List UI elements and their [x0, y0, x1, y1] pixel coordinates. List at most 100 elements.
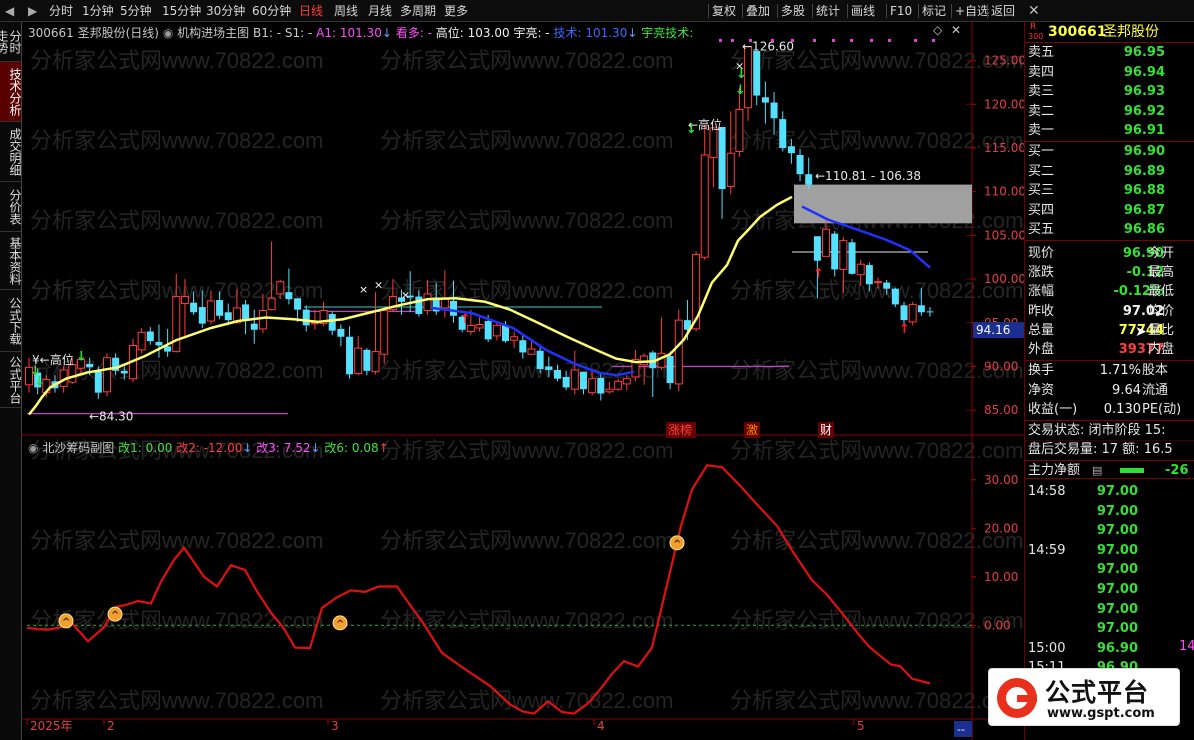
chart-area[interactable]: 分析家公式网www.70822.com 分析家公式网www.70822.com 分析…	[22, 22, 1024, 740]
event-label[interactable]: 激	[746, 423, 758, 437]
legend-indicator[interactable]: 机构进场主图	[177, 26, 249, 40]
event-label[interactable]: 涨榜	[668, 422, 692, 437]
tick-row: 97.00	[1025, 502, 1194, 521]
marker-chevron: ^	[673, 539, 681, 550]
tick-price: 97.00	[1096, 601, 1138, 617]
watermark-text: 分析家公式网www.70822.com	[380, 208, 673, 233]
period-tab-8[interactable]: 月线	[368, 0, 392, 22]
list-icon[interactable]: ▤	[1092, 461, 1102, 480]
left-tab-5[interactable]: 公式下载	[0, 290, 22, 352]
period-tab-10[interactable]: 更多	[444, 0, 468, 22]
period-tab-3[interactable]: 15分钟	[162, 0, 201, 22]
scroll-minus-icon[interactable]: --	[957, 723, 965, 736]
sub-y-tick-label: 20.00	[984, 521, 1018, 535]
close-icon[interactable]: ✕	[1028, 0, 1040, 22]
toolbar-right-2[interactable]: 多股	[781, 0, 805, 22]
candle-body-down	[346, 336, 354, 375]
collapse-icon[interactable]: ◇	[933, 23, 943, 37]
toolbar-right-4[interactable]: 画线	[851, 0, 875, 22]
candle-body-down	[883, 282, 891, 289]
nav-back-icon[interactable]: ◀	[5, 0, 14, 22]
candle-body-down	[848, 242, 856, 274]
main-force-header[interactable]: 主力净额 ▤ -26	[1025, 460, 1194, 479]
y-tick-label: 105.00	[984, 228, 1024, 242]
candle-body-down	[450, 300, 458, 316]
ask-label: 卖一	[1028, 123, 1055, 138]
bid-row: 买三 96.88	[1025, 181, 1194, 200]
period-tab-5[interactable]: 60分钟	[252, 0, 291, 22]
y-tick-label: 120.00	[984, 97, 1024, 111]
sub-indicator-legend: ◉ 北沙筹码副图 改1: 0.00 改2: -12.00↓ 改3: 7.52↓ …	[28, 439, 389, 456]
current-price-label: 94.16	[976, 323, 1010, 337]
candle-body-up	[371, 351, 380, 373]
candle-body-down	[285, 292, 293, 300]
period-tab-2[interactable]: 5分钟	[120, 0, 152, 22]
watermark-text: 分析家公式网www.70822.com	[730, 358, 1023, 383]
settings-icon[interactable]: ◉	[163, 26, 177, 40]
candle-body-up	[206, 300, 215, 322]
nav-forward-icon[interactable]: ▶	[28, 0, 37, 22]
tick-row: 97.00	[1025, 560, 1194, 579]
left-tab-3[interactable]: 分价表	[0, 182, 22, 232]
logo-g-icon	[997, 678, 1037, 718]
tick-price: 97.00	[1096, 582, 1138, 597]
toolbar-right-5[interactable]: F10	[890, 0, 912, 22]
left-tab-4[interactable]: 基本资料	[0, 232, 22, 290]
candle-body-down	[761, 97, 769, 103]
settings-icon[interactable]: ◉	[28, 441, 42, 455]
ask-row: 卖四 96.94	[1025, 63, 1194, 82]
period-tab-7[interactable]: 周线	[334, 0, 358, 22]
stat-row: 昨收 97.02 均价	[1025, 302, 1194, 321]
sub-legend-name[interactable]: 北沙筹码副图	[42, 441, 114, 455]
tick-price: 97.00	[1096, 523, 1138, 539]
signal-dot	[850, 39, 853, 42]
toolbar-right-3[interactable]: 统计	[816, 0, 840, 22]
logo-url: www.gspt.com	[1047, 706, 1155, 721]
buy-arrow-icon: ↓	[735, 83, 746, 98]
ask-row: 卖三 96.93	[1025, 82, 1194, 101]
signal-dot	[832, 39, 835, 42]
toolbar-right-8[interactable]: 返回	[991, 0, 1015, 22]
candle-body-up	[588, 378, 597, 394]
candle-body-up	[822, 228, 831, 257]
candle-body-down	[242, 304, 250, 320]
period-tab-6[interactable]: 日线	[299, 0, 323, 22]
period-tab-1[interactable]: 1分钟	[82, 0, 114, 22]
candle-body-down	[224, 312, 232, 321]
candle-body-up	[492, 324, 501, 337]
candle-body-down	[120, 370, 128, 374]
toolbar-right-1[interactable]: 叠加	[746, 0, 770, 22]
candle-body-up	[475, 324, 484, 329]
left-tab-6[interactable]: 公式平台	[0, 352, 22, 408]
period-tab-9[interactable]: 多周期	[400, 0, 436, 22]
signal-dot	[932, 39, 935, 42]
close-panel-icon[interactable]: ✕	[951, 23, 961, 37]
toolbar-right-6[interactable]: 标记	[922, 0, 946, 22]
period-tab-0[interactable]: 分时	[49, 0, 73, 22]
left-tab-2[interactable]: 成交明细	[0, 122, 22, 182]
candle-body-up	[510, 336, 519, 341]
legend-yuliang-tech: 宇亮技术:	[641, 26, 694, 40]
candle-body-down	[926, 311, 934, 313]
ask-row: 卖二 96.92	[1025, 102, 1194, 121]
signal-dot	[771, 39, 774, 42]
event-label[interactable]: 财	[820, 423, 832, 437]
watermark-text: 分析家公式网www.70822.com	[730, 608, 1023, 633]
toolbar-right-0[interactable]: 复权	[712, 0, 736, 22]
left-tab-0[interactable]: 分时走势	[0, 22, 22, 62]
signal-dot	[870, 39, 873, 42]
left-tab-1[interactable]: 技术分析	[0, 62, 22, 122]
ask-price: 96.91	[1123, 123, 1165, 138]
sub-y-tick-label: 30.00	[984, 473, 1018, 487]
main-chart[interactable]: 分析家公式网www.70822.com 分析家公式网www.70822.com 分析…	[22, 22, 1024, 740]
watermark-text: 分析家公式网www.70822.com	[380, 438, 673, 463]
candle-body-up	[354, 347, 363, 374]
period-tab-4[interactable]: 30分钟	[206, 0, 245, 22]
brand-logo: 公式平台 www.gspt.com	[988, 668, 1180, 726]
top-toolbar: ◀ ▶ 分时 1分钟 5分钟 15分钟 30分钟 60分钟 日线 周线 月线 多周期 更多 复权 叠加 多股统…	[0, 0, 1194, 22]
legend-jishu: 技术: 101.30	[553, 26, 628, 40]
toolbar-right-7[interactable]: +自选	[955, 0, 989, 22]
range-box	[794, 184, 972, 224]
y-tick-label: 90.00	[984, 359, 1018, 373]
bid-label: 买三	[1028, 183, 1055, 198]
